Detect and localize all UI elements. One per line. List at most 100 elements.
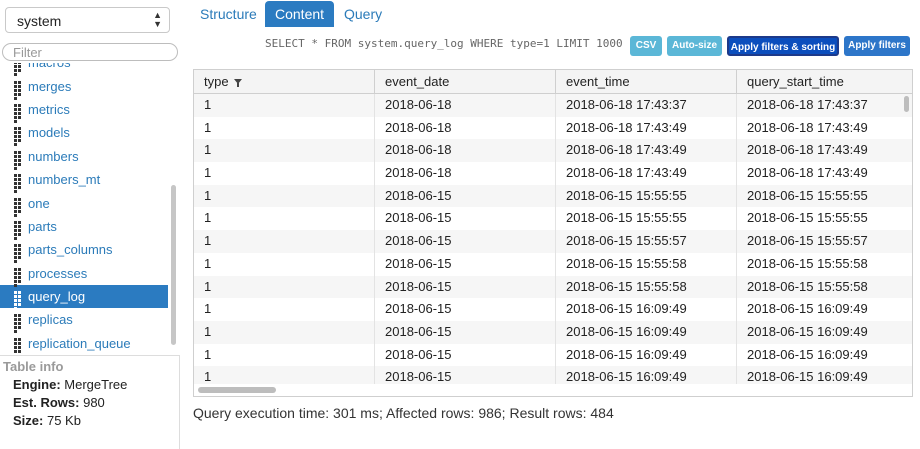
table-cell[interactable]: 1: [194, 230, 375, 253]
table-cell[interactable]: 2018-06-15: [375, 230, 556, 253]
table-row[interactable]: 1 2018-06-18 2018-06-18 17:43:49 2018-06-18…: [194, 139, 912, 163]
sidebar-table-item[interactable]: numbers_mt: [0, 168, 168, 194]
table-cell[interactable]: 2018-06-18: [375, 139, 556, 163]
sidebar-table-item[interactable]: processes: [0, 262, 168, 287]
tab-query[interactable]: Query: [334, 1, 392, 27]
table-cell[interactable]: 2018-06-18 17:43:49: [556, 116, 737, 140]
table-cell[interactable]: 2018-06-15 16:09:49: [556, 366, 737, 384]
filter-input[interactable]: [2, 43, 178, 61]
table-cell[interactable]: 2018-06-15 15:55:57: [737, 230, 912, 253]
table-cell[interactable]: 1: [194, 252, 375, 276]
table-cell[interactable]: 2018-06-15 15:55:55: [556, 184, 737, 208]
table-row[interactable]: 1 2018-06-18 2018-06-18 17:43:49 2018-06-18…: [194, 116, 912, 140]
table-cell[interactable]: 2018-06-15: [375, 343, 556, 367]
table-cell[interactable]: 2018-06-18 17:43:49: [737, 162, 912, 185]
table-cell[interactable]: 1: [194, 366, 375, 384]
table-cell[interactable]: 2018-06-15: [375, 366, 556, 384]
grid-vertical-scrollbar[interactable]: [904, 96, 909, 112]
tab-structure[interactable]: Structure: [190, 1, 267, 27]
table-cell[interactable]: 2018-06-18: [375, 94, 556, 117]
sidebar-table-item[interactable]: metrics: [0, 98, 168, 123]
table-cell[interactable]: 2018-06-15: [375, 184, 556, 208]
table-cell[interactable]: 2018-06-18 17:43:37: [737, 94, 912, 117]
table-cell[interactable]: 1: [194, 184, 375, 208]
apply-filters-button[interactable]: Apply filters: [844, 36, 910, 56]
table-cell[interactable]: 2018-06-15 15:55:57: [556, 230, 737, 253]
table-row[interactable]: 1 2018-06-18 2018-06-18 17:43:37 2018-06-18…: [194, 94, 912, 117]
tab-content[interactable]: Content: [265, 1, 335, 27]
table-row[interactable]: 1 2018-06-15 2018-06-15 15:55:58 2018-06-15…: [194, 252, 912, 276]
table-row[interactable]: 1 2018-06-15 2018-06-15 16:09:49 2018-06-15…: [194, 298, 912, 321]
sidebar-table-label: numbers: [28, 148, 79, 164]
table-cell[interactable]: 1: [194, 116, 375, 140]
sidebar-table-item[interactable]: macros: [0, 63, 168, 77]
table-cell[interactable]: 2018-06-15: [375, 275, 556, 299]
sidebar-table-item[interactable]: merges: [0, 74, 168, 100]
table-cell[interactable]: 2018-06-15 16:09:49: [556, 343, 737, 367]
table-grid-icon: [14, 80, 25, 100]
sidebar-table-item[interactable]: query_log: [0, 284, 168, 311]
table-cell[interactable]: 2018-06-15 15:55:58: [556, 252, 737, 276]
column-header-type[interactable]: type: [194, 70, 375, 93]
apply-filters-sorting-button[interactable]: Apply filters & sorting: [727, 36, 839, 56]
table-cell[interactable]: 2018-06-15 16:09:49: [737, 321, 912, 344]
table-cell[interactable]: 1: [194, 320, 375, 344]
table-row[interactable]: 1 2018-06-15 2018-06-15 16:09:49 2018-06-15…: [194, 366, 912, 384]
table-cell[interactable]: 2018-06-18: [375, 116, 556, 140]
table-cell[interactable]: 1: [194, 207, 375, 231]
table-cell[interactable]: 1: [194, 139, 375, 163]
csv-button[interactable]: CSV: [630, 36, 662, 56]
filter-icon[interactable]: [233, 79, 242, 87]
sidebar-table-item[interactable]: numbers: [0, 145, 168, 170]
table-cell[interactable]: 2018-06-18 17:43:49: [556, 162, 737, 185]
table-row[interactable]: 1 2018-06-15 2018-06-15 16:09:49 2018-06-15…: [194, 343, 912, 367]
sidebar-table-item[interactable]: parts_columns: [0, 238, 168, 264]
table-cell[interactable]: 2018-06-18: [375, 162, 556, 185]
rows-value: 980: [83, 395, 105, 410]
table-cell[interactable]: 2018-06-15 16:09:49: [737, 366, 912, 384]
table-cell[interactable]: 2018-06-15: [375, 320, 556, 344]
table-cell[interactable]: 2018-06-15: [375, 207, 556, 231]
table-row[interactable]: 1 2018-06-15 2018-06-15 15:55:57 2018-06-15…: [194, 230, 912, 253]
table-cell[interactable]: 1: [194, 162, 375, 185]
table-cell[interactable]: 2018-06-15 15:55:55: [737, 185, 912, 208]
table-cell[interactable]: 2018-06-15 15:55:58: [737, 253, 912, 276]
table-row[interactable]: 1 2018-06-15 2018-06-15 16:09:49 2018-06-15…: [194, 320, 912, 344]
column-header-query-start-time[interactable]: query_start_time: [737, 70, 912, 93]
table-cell[interactable]: 1: [194, 94, 375, 117]
table-row[interactable]: 1 2018-06-15 2018-06-15 15:55:58 2018-06-15…: [194, 275, 912, 299]
table-cell[interactable]: 2018-06-15 16:09:49: [556, 298, 737, 321]
column-header-event-date[interactable]: event_date: [375, 70, 556, 93]
table-cell[interactable]: 2018-06-18 17:43:49: [737, 139, 912, 162]
table-grid-icon: [14, 174, 25, 194]
sidebar-table-item[interactable]: parts: [0, 215, 168, 240]
table-cell[interactable]: 2018-06-18 17:43:49: [556, 139, 737, 163]
table-cell[interactable]: 2018-06-15 16:09:49: [737, 298, 912, 321]
sidebar-table-item[interactable]: models: [0, 121, 168, 147]
column-header-event-time[interactable]: event_time: [556, 70, 737, 93]
table-cell[interactable]: 2018-06-15 16:09:49: [737, 344, 912, 367]
table-cell[interactable]: 2018-06-15 15:55:58: [737, 276, 912, 299]
sidebar-table-item[interactable]: replicas: [0, 308, 168, 334]
table-cell[interactable]: 2018-06-15: [375, 252, 556, 276]
table-cell[interactable]: 2018-06-18 17:43:37: [556, 94, 737, 117]
sidebar-scrollbar[interactable]: [171, 185, 176, 345]
table-cell[interactable]: 1: [194, 343, 375, 367]
table-cell[interactable]: 2018-06-15: [375, 298, 556, 321]
table-cell[interactable]: 2018-06-15 15:55:55: [737, 207, 912, 230]
table-cell[interactable]: 2018-06-15 15:55:58: [556, 275, 737, 299]
sidebar-table-item[interactable]: one: [0, 191, 168, 217]
sidebar-table-item[interactable]: replication_queue: [0, 332, 168, 353]
table-row[interactable]: 1 2018-06-15 2018-06-15 15:55:55 2018-06-15…: [194, 207, 912, 231]
table-row[interactable]: 1 2018-06-18 2018-06-18 17:43:49 2018-06-18…: [194, 162, 912, 185]
table-cell[interactable]: 1: [194, 298, 375, 321]
sidebar-table-label: numbers_mt: [28, 172, 101, 188]
grid-horizontal-scrollbar[interactable]: [198, 387, 276, 393]
table-cell[interactable]: 1: [194, 275, 375, 299]
database-select[interactable]: system ▲ ▼: [5, 7, 170, 33]
table-row[interactable]: 1 2018-06-15 2018-06-15 15:55:55 2018-06-15…: [194, 184, 912, 208]
table-cell[interactable]: 2018-06-15 15:55:55: [556, 207, 737, 231]
table-cell[interactable]: 2018-06-18 17:43:49: [737, 117, 912, 140]
table-cell[interactable]: 2018-06-15 16:09:49: [556, 320, 737, 344]
autosize-button[interactable]: Auto-size: [667, 36, 722, 56]
